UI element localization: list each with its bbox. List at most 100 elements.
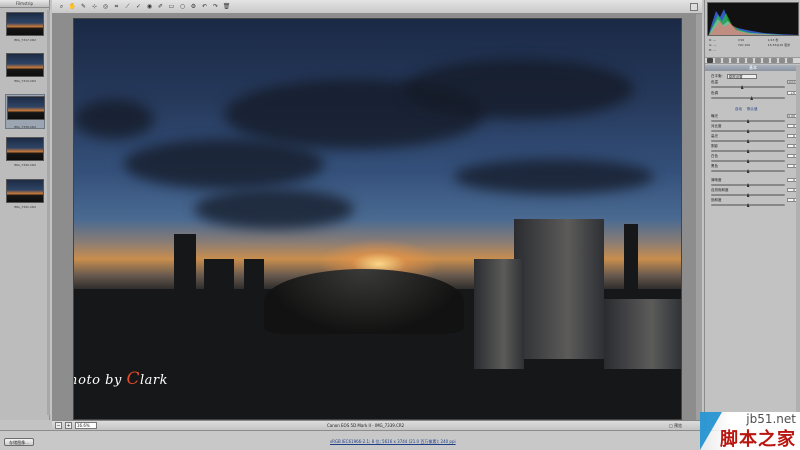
- auto-default-links: 自动 默认值: [735, 107, 758, 112]
- zoom-out-button[interactable]: −: [55, 422, 62, 429]
- filmstrip-item-selected[interactable]: · · · · · IMG_7339.CR2: [5, 94, 45, 129]
- thumbnail-image: [6, 53, 44, 77]
- thumbnail-label: IMG_7341.CR2: [14, 205, 36, 209]
- adjust-brush-icon[interactable]: ✐: [157, 3, 164, 10]
- workflow-options-link[interactable]: sRGB IEC61966-2.1; 8 位; 5616 x 3744 (21.…: [330, 439, 456, 445]
- slider-label: 曝光: [711, 114, 718, 118]
- viewer-scrollbar[interactable]: [696, 14, 702, 420]
- effects-tab-icon[interactable]: [755, 58, 761, 63]
- thumbnail-image: [7, 96, 45, 120]
- camera-raw-window: Filmstrip IMG_7317.CR2 IMG_7319.CR2 · · …: [0, 0, 800, 450]
- filmstrip-item[interactable]: IMG_7317.CR2: [5, 11, 45, 46]
- thumbnail-image: [6, 179, 44, 203]
- filmstrip-item[interactable]: IMG_7319.CR2: [5, 52, 45, 87]
- trash-icon[interactable]: 🗑: [223, 3, 231, 10]
- image-filename: Canon EOS 5D Mark II - IMG_7339.CR2: [327, 423, 405, 428]
- thumbnail-image: [6, 12, 44, 36]
- preferences-icon[interactable]: ⚙: [190, 3, 197, 10]
- red-eye-icon[interactable]: ◉: [146, 3, 153, 10]
- viewer-statusbar: − + 16.6% Canon EOS 5D Mark II - IMG_733…: [52, 420, 702, 430]
- camera-calibration-tab-icon[interactable]: [763, 58, 769, 63]
- thumbnail-label: IMG_7340.CR2: [14, 163, 36, 167]
- white-balance-icon[interactable]: ✎: [80, 3, 87, 10]
- photo-watermark: Photo by Clark: [74, 369, 168, 389]
- hsl-tab-icon[interactable]: [731, 58, 737, 63]
- slider-label: 色调: [711, 91, 718, 95]
- thumbnail-label: IMG_7317.CR2: [14, 38, 36, 42]
- save-image-button[interactable]: 存储图像...: [4, 438, 34, 446]
- site-url: jb51.net: [746, 412, 796, 426]
- slider-label: 阴影: [711, 144, 718, 148]
- slider-row: 白色 0: [711, 154, 797, 164]
- presets-tab-icon[interactable]: [771, 58, 777, 63]
- white-balance-row: 白平衡: 原照设置: [711, 73, 795, 79]
- panel-scrollbar[interactable]: [796, 65, 800, 425]
- thumbnail-image: [6, 137, 44, 161]
- panel-menu-icon[interactable]: [787, 58, 793, 63]
- rotate-left-icon[interactable]: ↶: [201, 3, 208, 10]
- slider-label: 白色: [711, 154, 718, 158]
- image-viewer: Photo by Clark: [52, 14, 702, 420]
- tone-curve-tab-icon[interactable]: [715, 58, 721, 63]
- slider-row: 曝光 0.00: [711, 114, 797, 124]
- slider-row: 对比度 0: [711, 124, 797, 134]
- slider-row: 清晰度 0: [711, 178, 797, 188]
- toolbar: ⌕ ✋ ✎ ⊹ ◎ ⌗ ⟋ ✓ ◉ ✐ ▭ ○ ⚙ ↶ ↷ 🗑: [52, 0, 702, 14]
- slider-label: 清晰度: [711, 178, 722, 182]
- slider-row: 阴影 0: [711, 144, 797, 154]
- preview-toggle[interactable]: □ 预览: [669, 423, 682, 429]
- bottom-bar: 存储图像... sRGB IEC61966-2.1; 8 位; 5616 x 3…: [0, 430, 800, 450]
- panel-tabs: [705, 57, 800, 64]
- site-name: 脚本之家: [720, 429, 796, 450]
- preview-image: Photo by Clark: [73, 18, 682, 420]
- filmstrip-title: Filmstrip: [0, 0, 49, 8]
- slider-label: 高光: [711, 134, 718, 138]
- color-sampler-icon[interactable]: ⊹: [91, 3, 98, 10]
- snapshots-tab-icon[interactable]: [779, 58, 785, 63]
- hand-icon[interactable]: ✋: [69, 3, 76, 10]
- slider-row: 色温 4900: [711, 80, 797, 90]
- filmstrip-scrollbar[interactable]: [47, 10, 50, 415]
- site-logo: jb51.net 脚本之家: [700, 412, 800, 450]
- detail-tab-icon[interactable]: [723, 58, 729, 63]
- graduated-filter-icon[interactable]: ▭: [168, 3, 175, 10]
- rotate-right-icon[interactable]: ↷: [212, 3, 219, 10]
- panel-section-title: 基本: [705, 65, 800, 71]
- slider-row: 饱和度 0: [711, 198, 797, 208]
- slider-row: 黑色 0: [711, 164, 797, 174]
- straighten-icon[interactable]: ⟋: [124, 3, 131, 10]
- slider-track[interactable]: [711, 86, 785, 88]
- slider-label: 对比度: [711, 124, 722, 128]
- filmstrip-item[interactable]: IMG_7341.CR2: [5, 178, 45, 213]
- filmstrip-item[interactable]: IMG_7340.CR2: [5, 136, 45, 171]
- thumbnail-label: IMG_7339.CR2: [14, 125, 36, 129]
- zoom-icon[interactable]: ⌕: [58, 3, 65, 10]
- auto-link[interactable]: 自动: [735, 107, 742, 112]
- slider-row: 色调 +5: [711, 91, 797, 101]
- filmstrip-panel: Filmstrip IMG_7317.CR2 IMG_7319.CR2 · · …: [0, 0, 50, 420]
- fullscreen-icon[interactable]: [690, 3, 698, 11]
- adjustments-panel: R: --- f/16 1/13 秒 G: --- ISO 100 16-35@16 毫…: [704, 0, 800, 430]
- white-balance-select[interactable]: 原照设置: [726, 73, 757, 79]
- histogram: [707, 2, 799, 36]
- lens-tab-icon[interactable]: [747, 58, 753, 63]
- exif-info: R: --- f/16 1/13 秒 G: --- ISO 100 16-35@16 毫…: [709, 38, 791, 52]
- crop-icon[interactable]: ⌗: [113, 3, 120, 10]
- default-link[interactable]: 默认值: [747, 107, 758, 112]
- slider-label: 色温: [711, 80, 718, 84]
- slider-label: 自然饱和度: [711, 188, 729, 192]
- slider-label: 黑色: [711, 164, 718, 168]
- zoom-in-button[interactable]: +: [65, 422, 72, 429]
- thumbnail-label: IMG_7319.CR2: [14, 79, 36, 83]
- target-adjust-icon[interactable]: ◎: [102, 3, 109, 10]
- slider-label: 饱和度: [711, 198, 722, 202]
- slider-row: 自然饱和度 0: [711, 188, 797, 198]
- slider-row: 高光 0: [711, 134, 797, 144]
- zoom-level-select[interactable]: 16.6%: [75, 422, 97, 429]
- split-toning-tab-icon[interactable]: [739, 58, 745, 63]
- spot-removal-icon[interactable]: ✓: [135, 3, 142, 10]
- basic-tab-icon[interactable]: [707, 58, 713, 63]
- white-balance-label: 白平衡:: [711, 73, 723, 78]
- radial-filter-icon[interactable]: ○: [179, 3, 186, 10]
- slider-track[interactable]: [711, 97, 785, 99]
